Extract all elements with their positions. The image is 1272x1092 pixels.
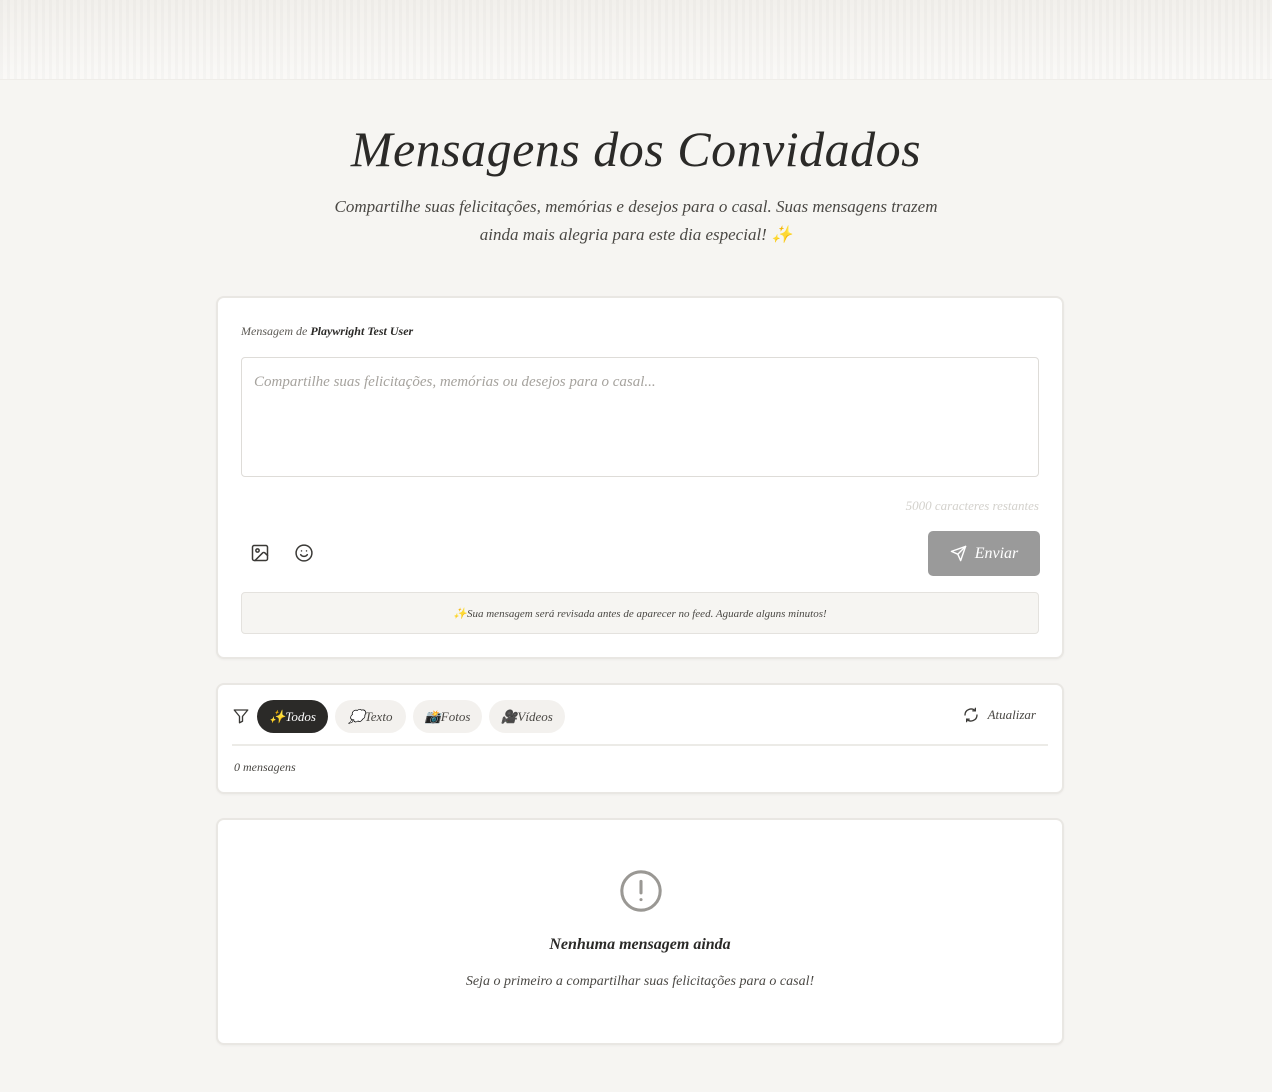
filter-chip-videos[interactable]: 🎥Vídeos	[489, 700, 565, 733]
filter-card: ✨Todos 💭Texto 📸Fotos 🎥Vídeos Atualizar 0…	[216, 683, 1064, 794]
alert-circle-icon	[620, 870, 662, 912]
filter-chip-todos[interactable]: ✨Todos	[257, 700, 328, 733]
hero-banner	[0, 0, 1272, 80]
char-counter: 5000 caracteres restantes	[905, 498, 1039, 513]
author-prefix: Mensagem de	[241, 324, 308, 338]
image-icon	[251, 544, 269, 562]
page-subtitle: Compartilhe suas felicitações, memórias …	[334, 197, 938, 244]
empty-state-text: Seja o primeiro a compartilhar suas feli…	[465, 974, 815, 989]
refresh-icon	[963, 707, 978, 723]
filter-chip-texto[interactable]: 💭Texto	[335, 700, 406, 733]
send-button[interactable]: Enviar	[928, 531, 1040, 576]
divider	[232, 744, 1048, 746]
refresh-label: Atualizar	[987, 707, 1036, 722]
filter-chip-fotos[interactable]: 📸Fotos	[413, 700, 482, 733]
send-label: Enviar	[974, 544, 1019, 562]
refresh-button[interactable]: Atualizar	[963, 707, 1036, 723]
author-name: Playwright Test User	[310, 324, 414, 338]
moderation-notice: ✨Sua mensagem será revisada antes de apa…	[241, 592, 1039, 634]
send-icon	[950, 545, 967, 562]
message-count: 0 mensagens	[234, 760, 296, 774]
smile-icon	[295, 544, 313, 562]
add-emoji-button[interactable]	[288, 537, 320, 569]
author-line: Mensagem de Playwright Test User	[241, 324, 413, 339]
empty-state-title: Nenhuma mensagem ainda	[549, 936, 731, 953]
empty-state-card: Nenhuma mensagem ainda Seja o primeiro a…	[216, 818, 1064, 1045]
message-input[interactable]	[241, 357, 1039, 477]
compose-card: Mensagem de Playwright Test User 5000 ca…	[216, 296, 1064, 659]
add-photo-button[interactable]	[244, 537, 276, 569]
filter-icon	[233, 709, 249, 724]
page-title: Mensagens dos Convidados	[350, 121, 922, 177]
